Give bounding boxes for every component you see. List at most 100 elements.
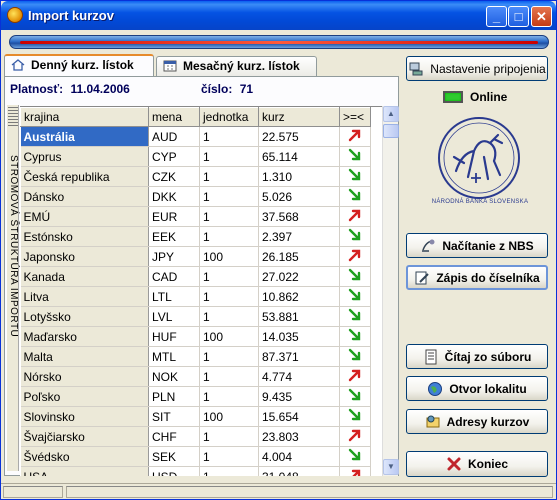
rate-cell[interactable]: 9.435	[258, 386, 340, 407]
country-cell[interactable]: Japonsko	[20, 246, 149, 267]
rate-cell[interactable]: 14.035	[258, 326, 340, 347]
tab-monthly-rates[interactable]: Mesačný kurz. lístok	[156, 56, 317, 76]
table-row[interactable]: Maďarsko HUF 100 14.035	[20, 326, 371, 347]
table-row[interactable]: Austrália AUD 1 22.575	[20, 126, 371, 147]
country-cell[interactable]: USA	[20, 466, 149, 476]
currency-cell[interactable]: AUD	[148, 126, 200, 147]
unit-cell[interactable]: 1	[199, 186, 259, 207]
rate-cell[interactable]: 22.575	[258, 126, 340, 147]
unit-cell[interactable]: 1	[199, 286, 259, 307]
unit-cell[interactable]: 1	[199, 206, 259, 227]
rate-cell[interactable]: 2.397	[258, 226, 340, 247]
currency-cell[interactable]: SEK	[148, 446, 200, 467]
currency-cell[interactable]: JPY	[148, 246, 200, 267]
rate-cell[interactable]: 53.881	[258, 306, 340, 327]
rate-cell[interactable]: 31.048	[258, 466, 340, 476]
tab-daily-rates[interactable]: Denný kurz. lístok	[4, 54, 154, 77]
unit-cell[interactable]: 1	[199, 346, 259, 367]
grid-scrollbar[interactable]: ▲ ▼	[382, 106, 399, 476]
country-cell[interactable]: Lotyšsko	[20, 306, 149, 327]
table-row[interactable]: Švajčiarsko CHF 1 23.803	[20, 426, 371, 447]
unit-cell[interactable]: 100	[199, 406, 259, 427]
table-row[interactable]: Estónsko EEK 1 2.397	[20, 226, 371, 247]
country-cell[interactable]: Litva	[20, 286, 149, 307]
table-row[interactable]: Dánsko DKK 1 5.026	[20, 186, 371, 207]
rate-cell[interactable]: 65.114	[258, 146, 340, 167]
country-cell[interactable]: Poľsko	[20, 386, 149, 407]
currency-cell[interactable]: DKK	[148, 186, 200, 207]
unit-cell[interactable]: 100	[199, 326, 259, 347]
rate-addresses-button[interactable]: Adresy kurzov	[406, 409, 548, 434]
country-cell[interactable]: Slovinsko	[20, 406, 149, 427]
rate-cell[interactable]: 10.862	[258, 286, 340, 307]
unit-cell[interactable]: 1	[199, 366, 259, 387]
scroll-up-button[interactable]: ▲	[383, 106, 399, 122]
rate-cell[interactable]: 5.026	[258, 186, 340, 207]
country-cell[interactable]: Švajčiarsko	[20, 426, 149, 447]
country-cell[interactable]: Cyprus	[20, 146, 149, 167]
table-row[interactable]: Nórsko NOK 1 4.774	[20, 366, 371, 387]
country-cell[interactable]: Estónsko	[20, 226, 149, 247]
currency-cell[interactable]: SIT	[148, 406, 200, 427]
unit-cell[interactable]: 1	[199, 466, 259, 476]
currency-cell[interactable]: EEK	[148, 226, 200, 247]
table-row[interactable]: Cyprus CYP 1 65.114	[20, 146, 371, 167]
unit-cell[interactable]: 1	[199, 446, 259, 467]
table-row[interactable]: Poľsko PLN 1 9.435	[20, 386, 371, 407]
exit-button[interactable]: Koniec	[406, 451, 548, 477]
country-cell[interactable]: Švédsko	[20, 446, 149, 467]
rate-cell[interactable]: 4.774	[258, 366, 340, 387]
country-cell[interactable]: Maďarsko	[20, 326, 149, 347]
column-header-unit[interactable]: jednotka	[199, 107, 259, 127]
currency-cell[interactable]: CYP	[148, 146, 200, 167]
table-row[interactable]: Malta MTL 1 87.371	[20, 346, 371, 367]
unit-cell[interactable]: 1	[199, 426, 259, 447]
rate-cell[interactable]: 27.022	[258, 266, 340, 287]
unit-cell[interactable]: 1	[199, 226, 259, 247]
rate-cell[interactable]: 15.654	[258, 406, 340, 427]
column-header-rate[interactable]: kurz	[258, 107, 340, 127]
panel-grip-handle[interactable]	[8, 107, 18, 127]
unit-cell[interactable]: 1	[199, 146, 259, 167]
currency-cell[interactable]: PLN	[148, 386, 200, 407]
close-window-button[interactable]: ✕	[531, 6, 552, 27]
country-cell[interactable]: Austrália	[20, 126, 149, 147]
unit-cell[interactable]: 1	[199, 266, 259, 287]
table-row[interactable]: Švédsko SEK 1 4.004	[20, 446, 371, 467]
column-header-currency[interactable]: mena	[148, 107, 200, 127]
currency-cell[interactable]: LVL	[148, 306, 200, 327]
table-row[interactable]: Česká republika CZK 1 1.310	[20, 166, 371, 187]
table-row[interactable]: USAUSD131.048	[20, 466, 371, 476]
currency-cell[interactable]: HUF	[148, 326, 200, 347]
currency-cell[interactable]: CZK	[148, 166, 200, 187]
unit-cell[interactable]: 1	[199, 166, 259, 187]
rate-cell[interactable]: 1.310	[258, 166, 340, 187]
currency-cell[interactable]: USD	[148, 466, 200, 476]
currency-cell[interactable]: EUR	[148, 206, 200, 227]
minimize-button[interactable]: _	[486, 6, 507, 27]
unit-cell[interactable]: 1	[199, 386, 259, 407]
unit-cell[interactable]: 1	[199, 126, 259, 147]
tree-structure-panel[interactable]: STROMOVÁ ŠTRUKTÚRA IMPORTU	[7, 105, 19, 471]
table-row[interactable]: Litva LTL 1 10.862	[20, 286, 371, 307]
country-cell[interactable]: Česká republika	[20, 166, 149, 187]
title-bar[interactable]: Import kurzov _ □ ✕	[1, 1, 556, 30]
table-row[interactable]: Japonsko JPY 100 26.185	[20, 246, 371, 267]
read-from-file-button[interactable]: Čítaj zo súboru	[406, 344, 548, 369]
table-row[interactable]: Lotyšsko LVL 1 53.881	[20, 306, 371, 327]
column-header-country[interactable]: krajina	[20, 107, 149, 127]
currency-cell[interactable]: LTL	[148, 286, 200, 307]
write-to-register-button[interactable]: Zápis do číselníka	[406, 265, 548, 290]
rate-cell[interactable]: 87.371	[258, 346, 340, 367]
rate-cell[interactable]: 26.185	[258, 246, 340, 267]
currency-cell[interactable]: CHF	[148, 426, 200, 447]
unit-cell[interactable]: 1	[199, 306, 259, 327]
country-cell[interactable]: Dánsko	[20, 186, 149, 207]
open-locality-button[interactable]: Otvor lokalitu	[406, 376, 548, 401]
currency-cell[interactable]: MTL	[148, 346, 200, 367]
connection-settings-button[interactable]: Nastavenie pripojenia	[406, 56, 548, 81]
country-cell[interactable]: EMÚ	[20, 206, 149, 227]
currency-cell[interactable]: CAD	[148, 266, 200, 287]
table-row[interactable]: EMÚ EUR 1 37.568	[20, 206, 371, 227]
app-icon[interactable]	[7, 7, 23, 23]
